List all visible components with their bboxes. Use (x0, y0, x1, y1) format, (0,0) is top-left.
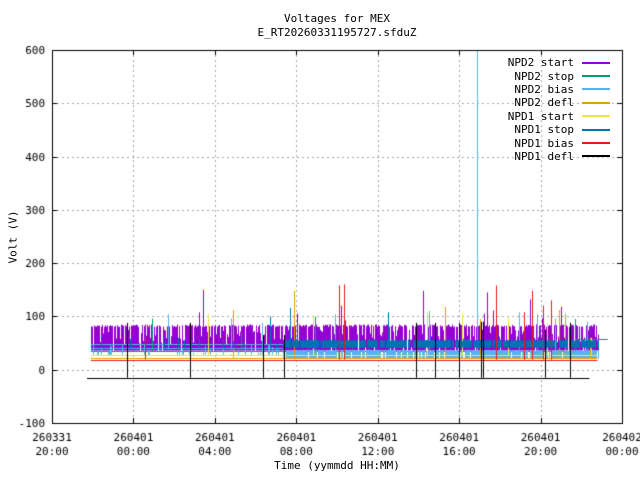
legend-label: NPD2 start (507, 56, 574, 70)
legend-label: NPD1 defl (514, 149, 574, 163)
legend-line-icon (582, 101, 610, 104)
legend-label: NPD1 start (507, 109, 574, 123)
x-axis-label: Time (yymmdd HH:MM) (274, 459, 400, 472)
legend-item-npd2-stop: NPD2 stop (508, 69, 610, 82)
gnuplot-voltage-chart: Voltages for MEX E_RT20260331195727.sfdu… (0, 0, 640, 480)
legend-line-icon (582, 75, 610, 78)
legend-line-icon (582, 142, 610, 145)
legend-item-npd2-bias: NPD2 bias (508, 83, 610, 96)
legend-line-icon (582, 155, 610, 158)
y-axis-label: Volt (V) (6, 210, 20, 264)
legend-line-icon (582, 128, 610, 131)
chart-title: Voltages for MEX (284, 12, 390, 25)
legend-item-npd2-start: NPD2 start (508, 56, 610, 69)
legend-item-npd1-stop: NPD1 stop (508, 123, 610, 136)
legend-line-icon (582, 115, 610, 118)
legend-label: NPD2 stop (514, 69, 574, 83)
legend: NPD2 start NPD2 stop NPD2 bias NPD2 defl… (508, 56, 610, 163)
legend-line-icon (582, 88, 610, 91)
legend-item-npd1-start: NPD1 start (508, 110, 610, 123)
chart-subtitle: E_RT20260331195727.sfduZ (257, 26, 417, 39)
legend-label: NPD1 bias (514, 136, 574, 150)
legend-label: NPD2 bias (514, 82, 574, 96)
legend-line-icon (582, 61, 610, 64)
legend-item-npd1-defl: NPD1 defl (508, 150, 610, 163)
legend-item-npd1-bias: NPD1 bias (508, 136, 610, 149)
legend-item-npd2-defl: NPD2 defl (508, 96, 610, 109)
legend-label: NPD1 stop (514, 123, 574, 137)
legend-label: NPD2 defl (514, 96, 574, 110)
